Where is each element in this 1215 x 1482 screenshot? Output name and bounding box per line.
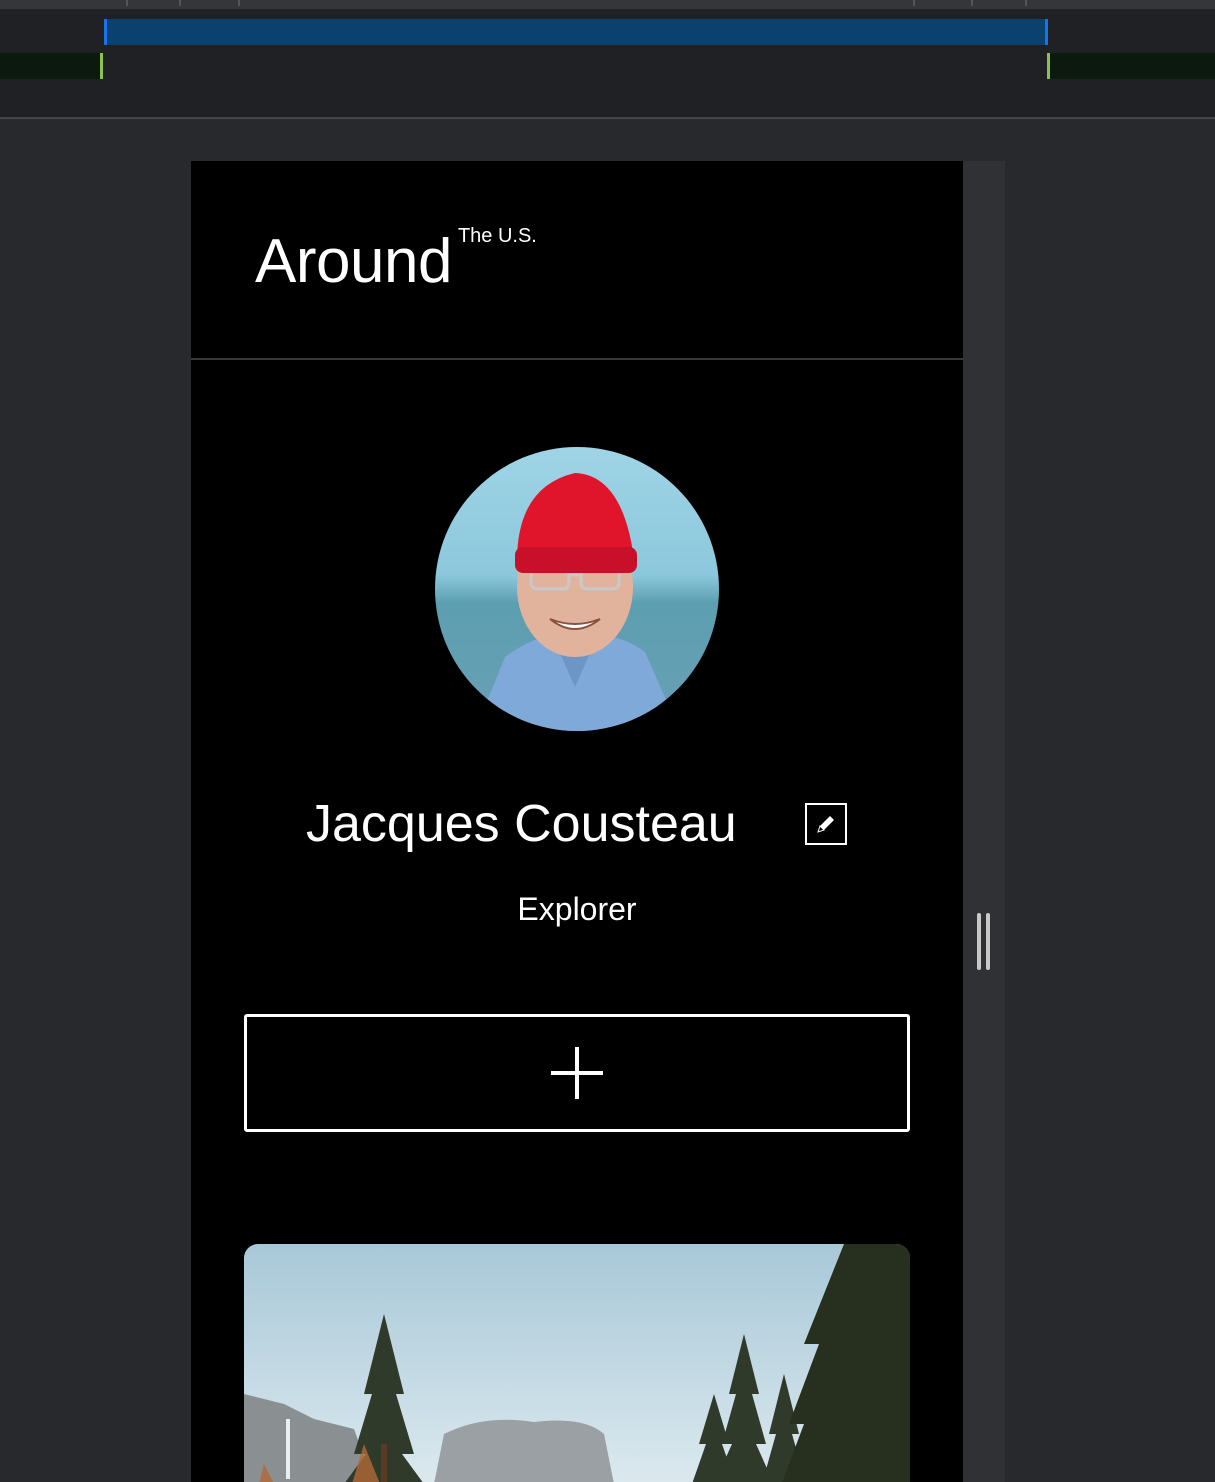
ruler-tick	[913, 0, 915, 6]
edit-profile-button[interactable]	[805, 803, 847, 845]
viewport-resize-gutter	[963, 161, 1005, 1482]
ruler-tick	[179, 0, 181, 6]
add-place-button[interactable]	[244, 1014, 910, 1132]
ruler-tick	[126, 0, 128, 6]
logo-main-text: Around	[255, 227, 452, 296]
place-card-image	[244, 1244, 910, 1482]
ruler-tick	[238, 0, 240, 6]
avatar-photo	[435, 447, 719, 731]
profile-name: Jacques Cousteau	[306, 795, 737, 853]
devtools-media-query-bar	[0, 0, 1215, 119]
max-width-media-query-bar[interactable]	[104, 19, 1048, 45]
ruler-tick	[971, 0, 973, 6]
profile-avatar[interactable]	[435, 447, 719, 731]
page-viewport: Around The U.S. Jacques Cousteau Explore…	[191, 161, 963, 1482]
toolbar-divider	[0, 117, 1215, 119]
logo: Around The U.S.	[255, 225, 537, 297]
ruler-tick	[1025, 0, 1027, 6]
viewport-resize-handle[interactable]	[977, 913, 990, 970]
page-header: Around The U.S.	[191, 161, 963, 360]
profile-about: Explorer	[517, 891, 637, 927]
pencil-icon	[817, 816, 834, 833]
logo-superscript: The U.S.	[457, 225, 537, 247]
place-card[interactable]	[244, 1244, 910, 1482]
device-ruler	[0, 0, 1215, 9]
profile-name-row: Jacques Cousteau	[191, 789, 963, 859]
min-width-media-query-bar-left[interactable]	[0, 53, 103, 79]
plus-icon	[551, 1047, 603, 1099]
min-width-media-query-bar-right[interactable]	[1047, 53, 1215, 79]
